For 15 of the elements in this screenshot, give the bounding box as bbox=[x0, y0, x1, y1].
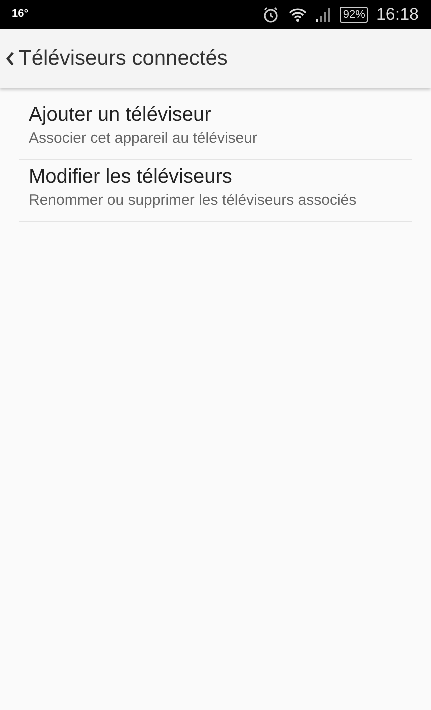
item-description: Renommer ou supprimer les téléviseurs associés bbox=[29, 191, 358, 211]
settings-item[interactable]: Ajouter un téléviseur Associer cet appareil au téléviseur bbox=[19, 98, 412, 160]
alarm-icon bbox=[262, 6, 280, 24]
item-title: Modifier les téléviseurs bbox=[29, 165, 234, 190]
temperature: 16° bbox=[12, 7, 29, 22]
signal-icon bbox=[316, 8, 332, 22]
screen-title: Téléviseurs connectés bbox=[19, 46, 228, 72]
clock: 16:18 bbox=[376, 4, 419, 26]
wifi-icon bbox=[288, 6, 308, 22]
item-title: Ajouter un téléviseur bbox=[29, 103, 212, 128]
back-icon bbox=[5, 50, 15, 66]
back-button[interactable] bbox=[5, 50, 15, 66]
settings-item[interactable]: Modifier les téléviseurs Renommer ou supprimer les téléviseurs associés bbox=[19, 160, 412, 222]
battery-indicator: 92% bbox=[340, 6, 368, 22]
item-description: Associer cet appareil au téléviseur bbox=[29, 129, 258, 149]
